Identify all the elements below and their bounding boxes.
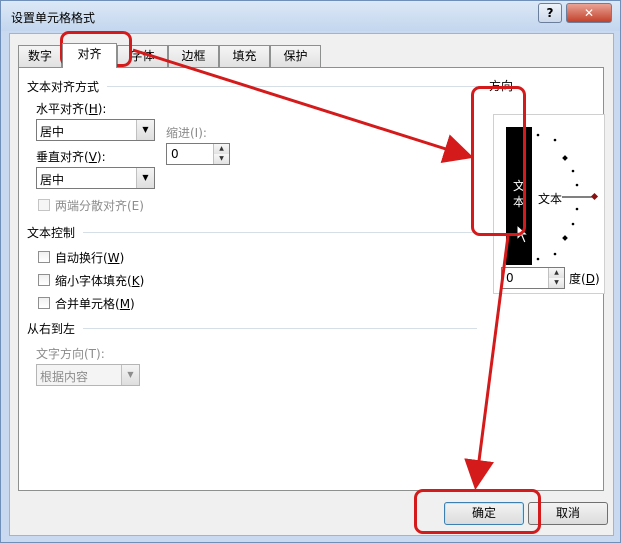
arrow-to-vertical-text <box>132 48 474 164</box>
arrow-to-ok-button <box>464 235 510 490</box>
tab-alignment[interactable]: 对齐 <box>62 43 117 68</box>
annotation-arrows <box>132 48 510 490</box>
